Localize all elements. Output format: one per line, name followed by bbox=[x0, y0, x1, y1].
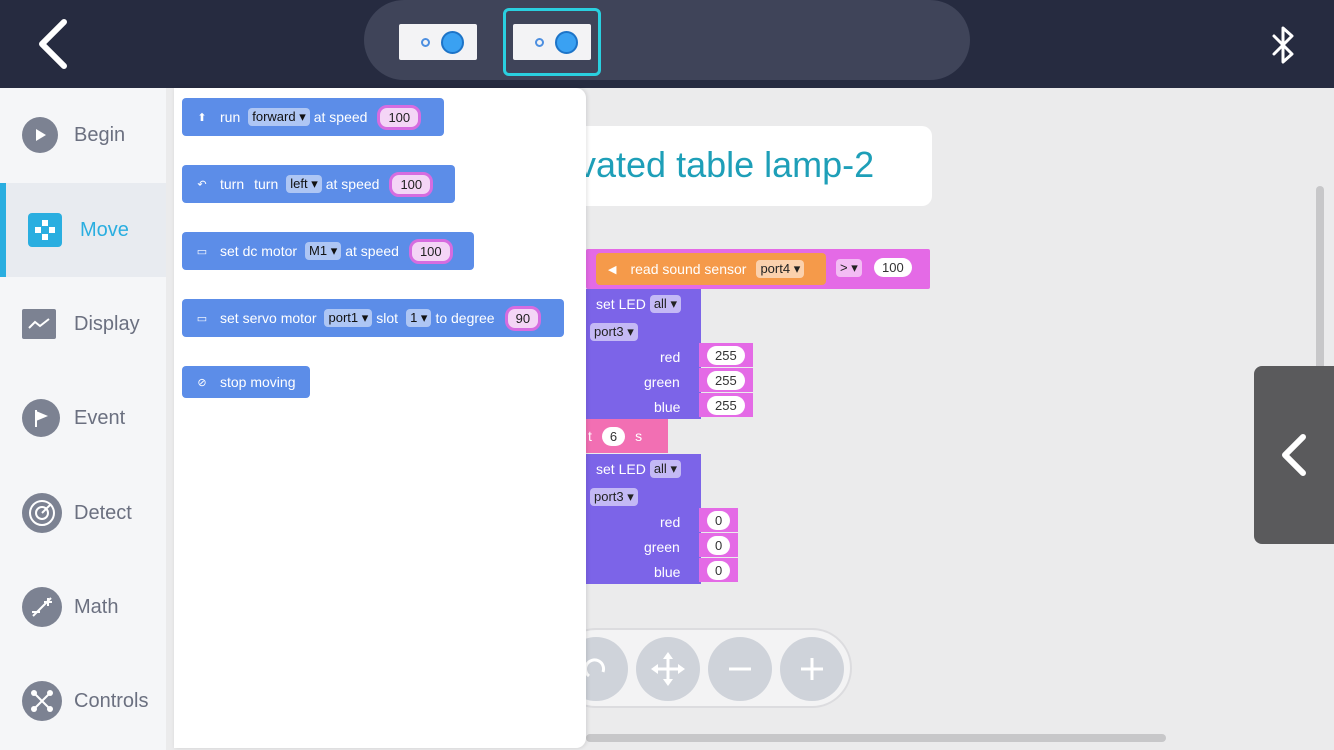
degree-input[interactable]: 90 bbox=[504, 305, 542, 331]
green-input-1[interactable]: 255 bbox=[699, 368, 753, 392]
category-detect[interactable]: Detect bbox=[0, 466, 166, 560]
green-input-2[interactable]: 0 bbox=[699, 533, 739, 557]
top-bar bbox=[0, 0, 1334, 88]
set-led-block-2[interactable]: set LED all ▾ port3 ▾ red green blue bbox=[586, 454, 701, 584]
operator-dropdown[interactable]: > ▾ bbox=[836, 259, 862, 277]
category-label: Math bbox=[74, 595, 119, 618]
run-block[interactable]: ⬆ run forward ▾ at speed 100 bbox=[182, 98, 444, 136]
sound-block-label: read sound sensor bbox=[630, 261, 747, 277]
red-label: red bbox=[660, 349, 681, 365]
red-input-1[interactable]: 255 bbox=[699, 343, 753, 367]
sound-sensor-block[interactable]: ◀ read sound sensor port4 ▾ bbox=[596, 253, 826, 285]
play-icon bbox=[22, 117, 58, 153]
servo-icon: ▭ bbox=[196, 312, 208, 325]
chevron-left-icon bbox=[39, 19, 67, 69]
red-input-2[interactable]: 0 bbox=[699, 508, 739, 532]
zoom-controls bbox=[556, 628, 852, 708]
device-2-button[interactable] bbox=[503, 8, 601, 76]
category-begin[interactable]: Begin bbox=[0, 88, 166, 182]
device-1-button[interactable] bbox=[389, 8, 487, 76]
wait-block[interactable]: t 6 s bbox=[586, 419, 668, 453]
wait-seconds-input[interactable]: 6 bbox=[601, 426, 626, 446]
move-icon bbox=[28, 213, 62, 247]
led-which-dropdown[interactable]: all ▾ bbox=[649, 460, 681, 478]
project-title: ivated table lamp-2 bbox=[570, 144, 875, 185]
flag-icon bbox=[22, 399, 60, 437]
green-label: green bbox=[644, 539, 680, 555]
controls-icon bbox=[22, 681, 62, 721]
category-label: Detect bbox=[74, 501, 132, 524]
set-led-block-1[interactable]: set LED all ▾ port3 ▾ red green blue bbox=[586, 289, 701, 419]
wait-unit: s bbox=[635, 428, 643, 444]
wait-label: t bbox=[588, 428, 592, 444]
stop-icon: ⊘ bbox=[197, 376, 207, 389]
blue-input-2[interactable]: 0 bbox=[699, 558, 739, 582]
radar-icon bbox=[22, 493, 62, 533]
category-math[interactable]: Math bbox=[0, 560, 166, 654]
category-display[interactable]: Display bbox=[0, 277, 166, 371]
blue-input-1[interactable]: 255 bbox=[699, 393, 753, 417]
panel-toggle-button[interactable] bbox=[1254, 366, 1334, 544]
category-label: Move bbox=[80, 218, 129, 241]
speed-input[interactable]: 100 bbox=[408, 238, 453, 264]
move-arrows-icon bbox=[651, 652, 685, 686]
speed-input[interactable]: 100 bbox=[389, 171, 434, 197]
port-dropdown[interactable]: port4 ▾ bbox=[756, 260, 805, 278]
zoom-in-button[interactable] bbox=[780, 637, 844, 701]
device-2-icon bbox=[513, 24, 591, 60]
math-icon bbox=[22, 587, 62, 627]
turn-block[interactable]: ↶ turn turn left ▾ at speed 100 bbox=[182, 165, 455, 203]
led-label: set LED bbox=[596, 461, 646, 477]
servo-slot-dropdown[interactable]: 1 ▾ bbox=[406, 309, 432, 327]
arrow-up-icon: ⬆ bbox=[197, 111, 207, 124]
turn-arrow-icon: ↶ bbox=[197, 178, 207, 191]
device-1-icon bbox=[399, 24, 477, 60]
led-port-dropdown[interactable]: port3 ▾ bbox=[590, 323, 638, 341]
category-label: Display bbox=[74, 312, 140, 335]
category-label: Event bbox=[74, 406, 126, 429]
turn-direction-dropdown[interactable]: left ▾ bbox=[286, 175, 322, 193]
category-sidebar: Begin Move Display Event Detect Math Con… bbox=[0, 88, 166, 750]
blue-label: blue bbox=[654, 399, 681, 415]
display-icon bbox=[22, 309, 56, 339]
active-indicator bbox=[0, 183, 6, 277]
plus-icon bbox=[801, 658, 823, 680]
category-controls[interactable]: Controls bbox=[0, 654, 166, 748]
servo-motor-block[interactable]: ▭ set servo motor port1 ▾ slot 1 ▾ to de… bbox=[182, 299, 564, 337]
led-port-dropdown[interactable]: port3 ▾ bbox=[590, 488, 638, 506]
back-button[interactable] bbox=[30, 16, 78, 72]
servo-port-dropdown[interactable]: port1 ▾ bbox=[324, 309, 373, 327]
motor-dropdown[interactable]: M1 ▾ bbox=[305, 242, 342, 260]
block-palette-flyout: ⬆ run forward ▾ at speed 100 ↶ turn turn… bbox=[174, 88, 586, 748]
category-label: Controls bbox=[74, 689, 149, 712]
led-label: set LED bbox=[596, 296, 646, 312]
center-button[interactable] bbox=[636, 637, 700, 701]
speed-input[interactable]: 100 bbox=[377, 104, 422, 130]
dc-motor-block[interactable]: ▭ set dc motor M1 ▾ at speed 100 bbox=[182, 232, 474, 270]
zoom-out-button[interactable] bbox=[708, 637, 772, 701]
chevron-left-icon bbox=[1282, 434, 1306, 476]
led-which-dropdown[interactable]: all ▾ bbox=[649, 295, 681, 313]
bluetooth-icon[interactable] bbox=[1270, 24, 1298, 66]
red-label: red bbox=[660, 514, 681, 530]
blue-label: blue bbox=[654, 564, 681, 580]
speaker-icon: ◀ bbox=[608, 263, 617, 276]
green-label: green bbox=[644, 374, 680, 390]
minus-icon bbox=[729, 667, 751, 671]
motor-icon: ▭ bbox=[196, 245, 208, 258]
stop-moving-block[interactable]: ⊘ stop moving bbox=[182, 366, 310, 398]
direction-dropdown[interactable]: forward ▾ bbox=[248, 108, 310, 126]
horizontal-scrollbar[interactable] bbox=[586, 734, 1166, 742]
category-label: Begin bbox=[74, 123, 126, 146]
project-title-card[interactable]: ivated table lamp-2 bbox=[566, 126, 932, 206]
threshold-input[interactable]: 100 bbox=[874, 258, 912, 277]
category-event[interactable]: Event bbox=[0, 371, 166, 465]
condition-block[interactable]: ◀ read sound sensor port4 ▾ > ▾ 100 bbox=[586, 249, 930, 289]
category-move[interactable]: Move bbox=[0, 183, 166, 277]
